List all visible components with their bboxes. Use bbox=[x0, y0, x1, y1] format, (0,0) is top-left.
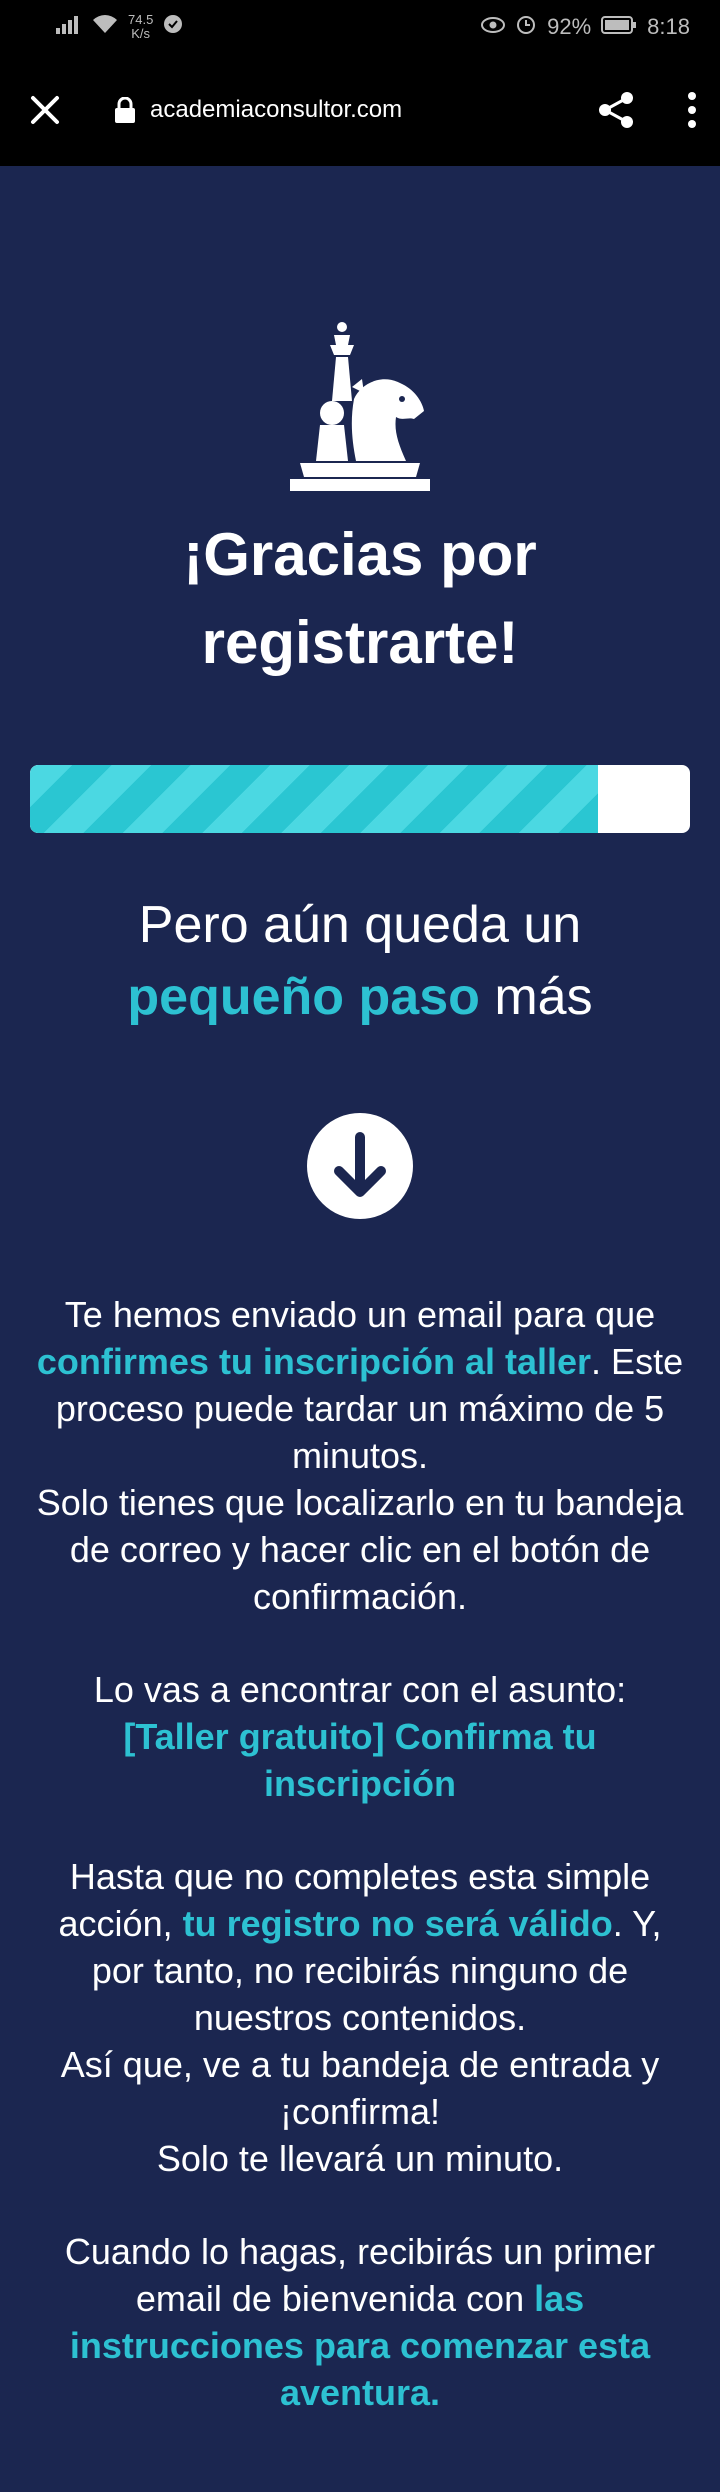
network-speed: 74.5 K/s bbox=[128, 13, 153, 41]
registration-progress-bar bbox=[30, 765, 690, 833]
lock-icon bbox=[114, 97, 136, 123]
net-speed-value: 74.5 bbox=[128, 12, 154, 27]
subheading-line-1: Pero aún queda un bbox=[138, 896, 582, 954]
paragraph-email-sent: Te hemos enviado un email para que confi… bbox=[30, 1291, 690, 1620]
sync-icon bbox=[163, 14, 183, 40]
net-speed-unit: K/s bbox=[131, 26, 151, 41]
p1-accent: confirmes tu inscripción al taller bbox=[36, 1341, 592, 1382]
subheading-suffix: más bbox=[479, 968, 593, 1026]
status-bar: 74.5 K/s 92% 8:18 bbox=[0, 0, 720, 54]
battery-percent: 92% bbox=[547, 14, 592, 39]
eye-icon bbox=[481, 14, 506, 40]
paragraph-welcome: Cuando lo hagas, recibirás un primer ema… bbox=[30, 2228, 690, 2416]
progress-fill bbox=[30, 765, 598, 833]
share-icon[interactable] bbox=[596, 90, 636, 130]
close-icon[interactable] bbox=[28, 93, 62, 127]
arrow-down-icon bbox=[0, 1111, 720, 1221]
page-title: ¡Gracias por registrarte! bbox=[0, 511, 720, 687]
p3-text-4: Solo te llevará un minuto. bbox=[156, 2138, 564, 2179]
more-options-icon[interactable] bbox=[686, 90, 698, 130]
instructions-text: Te hemos enviado un email para que confi… bbox=[30, 1291, 690, 2416]
browser-toolbar: academiaconsultor.com bbox=[0, 54, 720, 166]
battery-icon bbox=[601, 14, 637, 40]
url-bar[interactable]: academiaconsultor.com bbox=[150, 96, 596, 124]
title-line-2: registrarte! bbox=[201, 609, 519, 676]
alarm-icon bbox=[515, 13, 537, 41]
subheading-accent: pequeño paso bbox=[127, 968, 480, 1026]
p2-accent: [Taller gratuito] Confirma tu inscripció… bbox=[123, 1716, 597, 1804]
clock-time: 8:18 bbox=[647, 14, 690, 39]
paragraph-warning: Hasta que no completes esta simple acció… bbox=[30, 1853, 690, 2182]
status-right: 92% 8:18 bbox=[481, 13, 690, 41]
p1-text-1: Te hemos enviado un email para que bbox=[64, 1294, 656, 1335]
status-left: 74.5 K/s bbox=[56, 13, 183, 41]
p3-accent: tu registro no será válido bbox=[182, 1903, 613, 1944]
signal-icon bbox=[56, 14, 82, 40]
subheading: Pero aún queda un pequeño paso más bbox=[0, 889, 720, 1033]
paragraph-subject: Lo vas a encontrar con el asunto: [Talle… bbox=[30, 1666, 690, 1807]
chess-logo-icon bbox=[0, 321, 720, 491]
p3-text-3: Así que, ve a tu bandeja de entrada y ¡c… bbox=[60, 2044, 660, 2132]
title-line-1: ¡Gracias por bbox=[183, 521, 537, 588]
wifi-icon bbox=[92, 14, 118, 40]
thank-you-page: ¡Gracias por registrarte! Pero aún queda… bbox=[0, 321, 720, 2416]
p1-text-3: Solo tienes que localizarlo en tu bandej… bbox=[36, 1482, 684, 1617]
p2-text: Lo vas a encontrar con el asunto: bbox=[93, 1669, 627, 1710]
